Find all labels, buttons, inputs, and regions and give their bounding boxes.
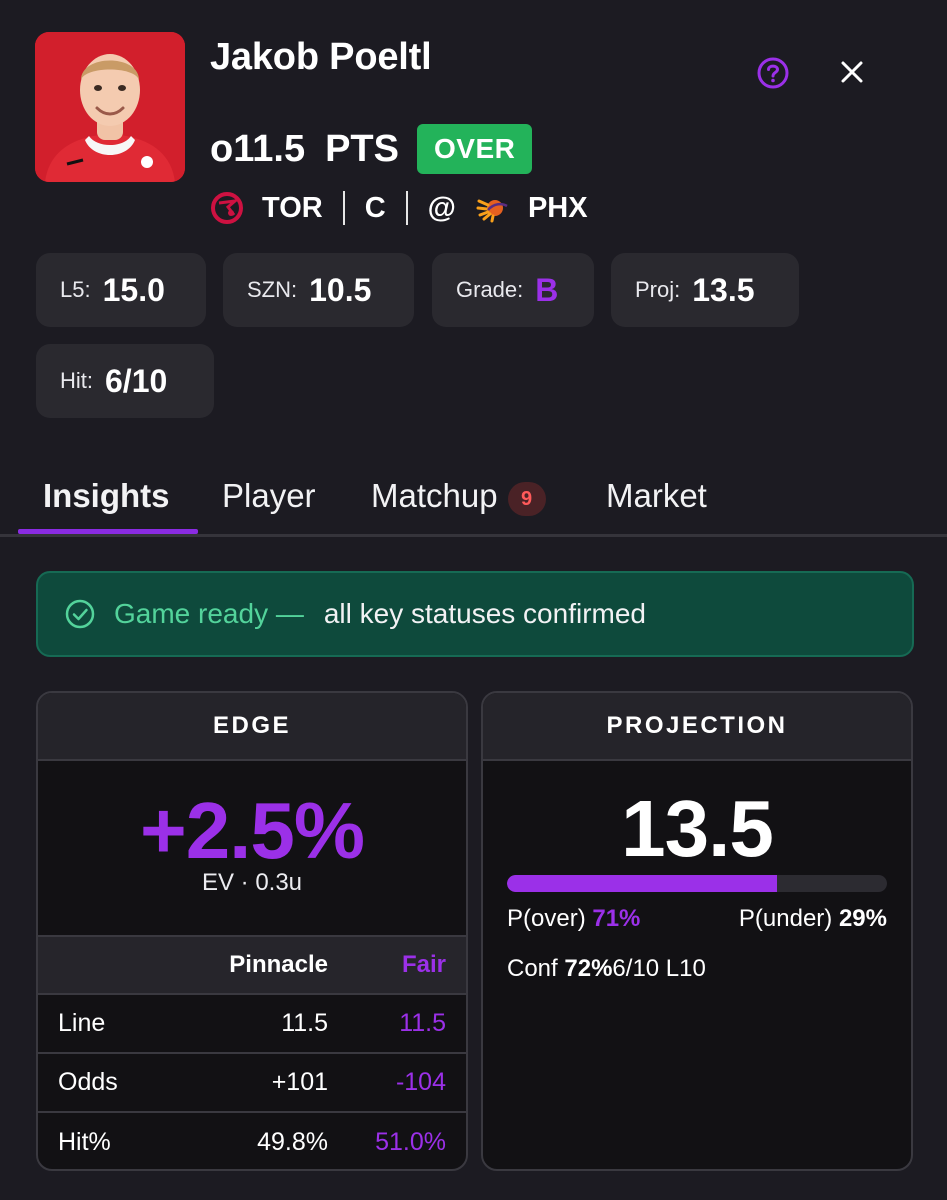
prop-line-row: o11.5 PTS OVER xyxy=(210,124,533,174)
chip-value: B xyxy=(535,271,559,308)
ev-units: EV · 0.3u xyxy=(201,869,303,896)
player-name: Jakob Poeltl xyxy=(210,36,432,78)
fair-value: -104 xyxy=(395,1068,446,1096)
pinnacle-value: 11.5 xyxy=(281,1009,328,1037)
chip-value: 15.0 xyxy=(102,271,165,308)
stat-chip-szn: SZN: 10.5 xyxy=(223,253,414,327)
p-over: P(over) 71% xyxy=(507,905,640,933)
away-marker: @ xyxy=(427,191,456,224)
edge-card: EDGE +2.5% EV · 0.3u Pinnacle Fair Line … xyxy=(36,691,468,1171)
confidence-row: Conf 72%6/10 L10 xyxy=(507,955,706,983)
help-circle-icon xyxy=(757,57,789,89)
p-under: P(under) 29% xyxy=(739,905,887,933)
odds-table: Pinnacle Fair Line 11.5 11.5 Odds +101 -… xyxy=(38,935,466,1169)
team-abbr: TOR xyxy=(262,191,323,224)
projection-value: 13.5 xyxy=(621,784,774,873)
chip-label: SZN: xyxy=(247,277,298,302)
pinnacle-value: 49.8% xyxy=(257,1128,328,1156)
fair-value: 51.0% xyxy=(375,1128,446,1156)
chip-label: Hit: xyxy=(60,368,93,393)
tab-market[interactable]: Market xyxy=(606,465,707,527)
matchup-row: TOR C @ PHX xyxy=(210,188,588,228)
conf-label: Conf xyxy=(507,955,558,982)
stat-chip-hit: Hit: 6/10 xyxy=(36,344,214,418)
chip-value: 13.5 xyxy=(692,271,755,308)
projection-card: PROJECTION 13.5 P(over) 71% P(under) 29%… xyxy=(481,691,913,1171)
close-icon xyxy=(841,61,863,83)
edge-heading: EDGE xyxy=(38,693,466,761)
p-under-value: 29% xyxy=(838,905,887,932)
hit-l10: 6/10 L10 xyxy=(612,955,706,982)
close-button[interactable] xyxy=(836,56,868,88)
prop-stat: PTS xyxy=(325,127,399,170)
row-label: Odds xyxy=(58,1068,118,1096)
divider xyxy=(342,191,345,225)
table-row: Line 11.5 11.5 xyxy=(38,995,466,1054)
over-probability-fill xyxy=(507,875,777,892)
raptors-logo-icon xyxy=(211,192,243,224)
ready-text: all key statuses confirmed xyxy=(323,598,646,629)
chip-label: Proj: xyxy=(635,277,681,302)
tab-insights[interactable]: Insights xyxy=(43,465,170,527)
table-row: Hit% 49.8% 51.0% xyxy=(38,1113,466,1169)
prop-line: o11.5 xyxy=(210,127,306,170)
over-probability-bar xyxy=(507,875,887,892)
tab-player[interactable]: Player xyxy=(222,465,316,527)
player-position: C xyxy=(364,191,386,224)
p-over-value: 71% xyxy=(592,905,641,932)
p-over-label: P(over) xyxy=(507,905,586,932)
help-button[interactable] xyxy=(756,56,790,90)
row-label: Hit% xyxy=(58,1128,111,1156)
pick-badge: OVER xyxy=(416,124,533,174)
chip-label: Grade: xyxy=(456,277,524,302)
conf-value: 72% xyxy=(564,955,613,982)
chip-label: L5: xyxy=(60,277,91,302)
stat-chip-grade: Grade: B xyxy=(432,253,594,327)
check-circle-icon xyxy=(65,599,95,629)
player-avatar xyxy=(35,32,185,182)
projection-heading: PROJECTION xyxy=(483,693,911,761)
chip-value: 6/10 xyxy=(105,362,168,399)
edge-value: +2.5% xyxy=(139,786,365,875)
suns-logo-icon xyxy=(476,199,508,223)
odds-table-header: Pinnacle Fair xyxy=(38,935,466,995)
fair-value: 11.5 xyxy=(399,1009,446,1037)
divider xyxy=(405,191,408,225)
ready-title: Game ready — xyxy=(114,598,304,629)
col-fair: Fair xyxy=(401,951,446,978)
game-ready-banner: Game ready — all key statuses confirmed xyxy=(36,571,914,657)
tab-matchup-label: Matchup xyxy=(371,477,498,514)
player-photo xyxy=(35,32,185,182)
stat-chip-proj: Proj: 13.5 xyxy=(611,253,799,327)
player-header: Jakob Poeltl o11.5 PTS OVER TOR C @ PHX … xyxy=(0,0,947,430)
active-tab-indicator xyxy=(18,529,198,534)
pinnacle-value: +101 xyxy=(271,1068,328,1096)
p-under-label: P(under) xyxy=(738,905,833,932)
opponent-abbr: PHX xyxy=(527,191,588,224)
tab-bar: Insights Player Matchup 9 Market xyxy=(0,455,947,537)
tab-matchup[interactable]: Matchup 9 xyxy=(371,465,546,527)
table-row: Odds +101 -104 xyxy=(38,1054,466,1113)
stat-chip-l5: L5: 15.0 xyxy=(36,253,206,327)
chip-value: 10.5 xyxy=(309,271,372,308)
row-label: Line xyxy=(58,1009,106,1037)
col-pinnacle: Pinnacle xyxy=(229,951,328,978)
matchup-count-badge: 9 xyxy=(507,482,546,516)
